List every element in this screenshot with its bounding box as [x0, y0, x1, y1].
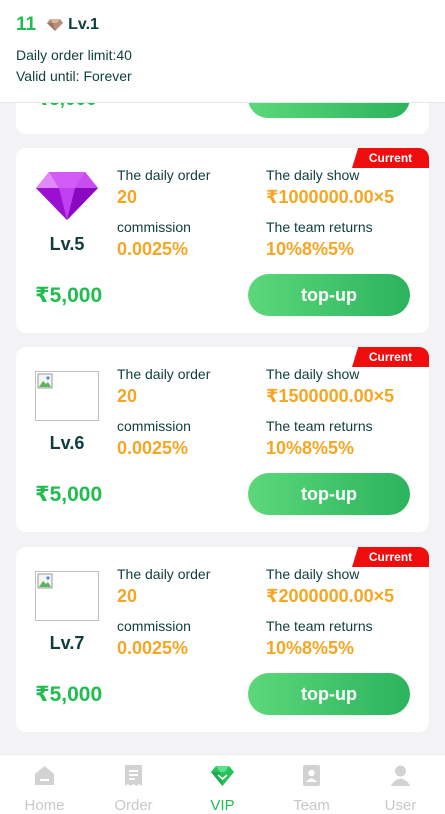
- daily-show-label: The daily show: [266, 167, 360, 183]
- daily-order-limit: Daily order limit:40: [16, 47, 132, 63]
- daily-show-value: ₹1000000.00×5: [266, 187, 395, 207]
- topup-button[interactable]: top-up: [248, 473, 410, 515]
- commission-label: commission: [117, 618, 191, 634]
- daily-show-label: The daily show: [266, 366, 360, 382]
- vip-price: ₹5,000: [35, 683, 103, 706]
- vip-price: ₹5,000: [35, 284, 103, 307]
- vip-diamond-icon: [211, 766, 234, 786]
- daily-order-value: 20: [117, 187, 138, 207]
- vip-price: ₹5,000: [35, 483, 103, 506]
- current-badge: Current: [352, 148, 429, 168]
- home-icon: [35, 766, 54, 785]
- team-returns-label: The team returns: [266, 618, 373, 634]
- topup-button[interactable]: top-up: [248, 274, 410, 316]
- team-returns-label: The team returns: [266, 219, 373, 235]
- team-returns-value: 10%8%5%: [266, 438, 355, 458]
- daily-show-label: The daily show: [266, 566, 360, 582]
- current-badge: Current: [352, 547, 429, 567]
- vip-card-lv7: Current Lv.7 The daily order 20 The dail…: [16, 547, 429, 732]
- daily-order-label: The daily order: [117, 366, 211, 382]
- commission-label: commission: [117, 219, 191, 235]
- nav-vip[interactable]: VIP: [178, 755, 267, 814]
- balance: 11: [16, 14, 37, 35]
- nav-home[interactable]: Home: [0, 755, 89, 814]
- team-icon: [303, 765, 320, 786]
- nav-user[interactable]: User: [356, 755, 445, 814]
- valid-until: Valid until: Forever: [16, 68, 132, 84]
- team-returns-value: 10%8%5%: [266, 638, 355, 658]
- team-returns-label: The team returns: [266, 418, 373, 434]
- commission-value: 0.0025%: [117, 438, 189, 458]
- order-icon: [125, 765, 142, 786]
- user-icon: [390, 765, 411, 786]
- nav-label: VIP: [210, 797, 235, 814]
- vip-card-lv5: Current Lv.5 The daily order 20 The dail…: [16, 148, 429, 333]
- daily-show-value: ₹1500000.00×5: [266, 386, 395, 406]
- nav-label: Order: [114, 797, 153, 814]
- broken-image-icon: [35, 371, 99, 421]
- level-name: Lv.5: [49, 234, 85, 254]
- vip-level-list[interactable]: ₹5,000 Current Lv.5 The daily order 20 T…: [0, 0, 445, 754]
- bottom-nav: Home Order VIP Team User: [0, 754, 445, 814]
- purple-diamond-icon: [36, 172, 98, 220]
- nav-team[interactable]: Team: [267, 755, 356, 814]
- daily-show-value: ₹2000000.00×5: [266, 586, 395, 606]
- nav-label: User: [384, 797, 417, 814]
- level-name: Lv.7: [49, 633, 85, 653]
- daily-order-value: 20: [117, 586, 138, 606]
- vip-card-lv6: Current Lv.6 The daily order 20 The dail…: [16, 347, 429, 532]
- commission-label: commission: [117, 418, 191, 434]
- commission-value: 0.0025%: [117, 239, 189, 259]
- level-name: Lv.6: [49, 433, 85, 453]
- diamond-badge-icon: [47, 19, 64, 31]
- nav-label: Team: [293, 797, 330, 814]
- daily-order-label: The daily order: [117, 167, 211, 183]
- daily-order-value: 20: [117, 386, 138, 406]
- nav-label: Home: [24, 797, 65, 814]
- nav-order[interactable]: Order: [89, 755, 178, 814]
- topup-button[interactable]: top-up: [248, 673, 410, 715]
- daily-order-label: The daily order: [117, 566, 211, 582]
- current-level: Lv.1: [68, 16, 99, 33]
- team-returns-value: 10%8%5%: [266, 239, 355, 259]
- account-summary-header: 11 Lv.1 Daily order limit:40 Valid until…: [0, 0, 445, 103]
- broken-image-icon: [35, 571, 99, 621]
- current-badge: Current: [352, 347, 429, 367]
- commission-value: 0.0025%: [117, 638, 189, 658]
